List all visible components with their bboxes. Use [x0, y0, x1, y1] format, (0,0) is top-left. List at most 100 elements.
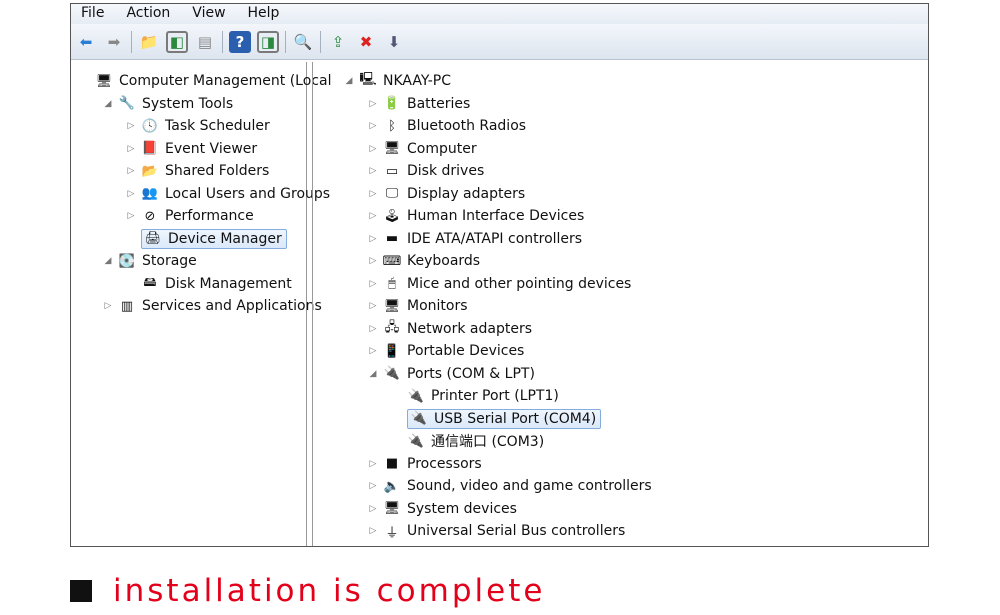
tree-item[interactable]: ▷ ⊘ Performance	[125, 205, 254, 227]
tree-item-label: 通信端口 (COM3)	[431, 434, 545, 450]
update-driver-icon[interactable]: ⇪	[327, 31, 349, 53]
services-icon: ▥	[120, 298, 134, 314]
users-icon: 👥	[141, 186, 159, 201]
tree-item-label: Mice and other pointing devices	[407, 275, 632, 292]
tree-item-label: Device Manager	[168, 230, 282, 247]
tree-item[interactable]: ◢ 💽 Storage	[102, 250, 197, 272]
computer-icon: 🖳	[359, 72, 377, 87]
help-icon[interactable]: ?	[229, 30, 251, 53]
forward-arrow-icon[interactable]: ➡	[103, 31, 125, 53]
expander-toggle[interactable]: ▷	[367, 279, 379, 289]
expander-toggle[interactable]: ▷	[367, 166, 379, 176]
tree-item[interactable]: 🖥 Computer Management (Local	[79, 70, 332, 92]
expander-toggle[interactable]: ◢	[343, 76, 355, 86]
tree-item-label: Keyboards	[407, 253, 481, 269]
separator	[131, 30, 132, 53]
system-device-icon: 🖥	[383, 501, 401, 516]
clock-icon: 🕓	[141, 118, 159, 134]
tree-item[interactable]: ▷ ᛒ Bluetooth Radios	[367, 115, 527, 137]
tree-item-label: Computer	[407, 140, 477, 157]
port-icon: 🔌	[410, 411, 428, 426]
mouse-icon: 🖱	[388, 276, 396, 291]
tree-item[interactable]: 🔌 Printer Port (LPT1)	[391, 385, 559, 407]
tree-item[interactable]: ▷ 🖧 Network adapters	[367, 318, 532, 340]
tree-item[interactable]: ▷ 🖵 Display adapters	[367, 183, 526, 205]
expander-toggle[interactable]: ▷	[125, 166, 137, 176]
tree-item[interactable]: ▷ 🕹 Human Interface Devices	[367, 205, 585, 227]
up-folder-icon[interactable]: 📁	[138, 31, 160, 53]
expander-toggle[interactable]: ▷	[102, 301, 114, 311]
expander-toggle[interactable]: ▷	[367, 234, 379, 244]
tree-item[interactable]: ▷ 👥 Local Users and Groups	[125, 183, 331, 205]
tree-item-label: Disk drives	[407, 163, 485, 179]
expander-toggle[interactable]: ▷	[125, 144, 137, 154]
tree-item[interactable]: ◢ 🔌 Ports (COM & LPT)	[367, 363, 535, 385]
tree-item-label: Task Scheduler	[165, 118, 270, 134]
expander-toggle[interactable]: ▷	[367, 301, 379, 311]
black-square-bullet	[70, 580, 92, 602]
tree-item[interactable]: ▷ ▥ Services and Applications	[102, 295, 322, 317]
tree-item[interactable]: ▷ 🕓 Task Scheduler	[125, 115, 270, 137]
storage-icon: 💽	[118, 253, 136, 269]
expander-toggle[interactable]: ▷	[125, 211, 137, 221]
separator	[320, 30, 321, 53]
show-hide-action-pane-icon[interactable]: ◨	[257, 30, 279, 53]
tree-item[interactable]: ▷ ■ Processors	[367, 453, 482, 475]
menu-view[interactable]: View	[192, 4, 225, 24]
scan-hardware-icon[interactable]: 🔍	[292, 31, 314, 53]
expander-toggle[interactable]: ▷	[367, 346, 379, 356]
expander-toggle[interactable]: ▷	[367, 256, 379, 266]
expander-toggle[interactable]: ▷	[367, 211, 379, 221]
expander-toggle[interactable]: ▷	[367, 504, 379, 514]
tree-item[interactable]: ▷ ▬ IDE ATA/ATAPI controllers	[367, 228, 583, 250]
bluetooth-icon: ᛒ	[388, 118, 396, 134]
menu-action[interactable]: Action	[126, 4, 170, 24]
properties-icon[interactable]: ▤	[194, 31, 216, 53]
tree-item[interactable]: 🔌 通信端口 (COM3)	[391, 430, 544, 452]
tree-item[interactable]: ▷ ⏚ Universal Serial Bus controllers	[367, 520, 626, 542]
uninstall-icon[interactable]: ✖	[355, 31, 377, 53]
expander-toggle[interactable]: ▷	[367, 189, 379, 199]
tree-item-label: System Tools	[142, 95, 234, 112]
disable-device-icon[interactable]: ⬇	[383, 31, 405, 53]
tree-item[interactable]: ▷ 📱 Portable Devices	[367, 340, 525, 362]
expander-toggle[interactable]: ▷	[367, 324, 379, 334]
tree-item[interactable]: ▷ 📂 Shared Folders	[125, 160, 270, 182]
expander-toggle[interactable]: ▷	[367, 144, 379, 154]
tree-item[interactable]: ▷ ⌨ Keyboards	[367, 250, 481, 272]
menu-help[interactable]: Help	[248, 4, 280, 24]
selected-item-highlight[interactable]: 🖨 Device Manager	[141, 228, 287, 249]
expander-toggle[interactable]: ◢	[102, 99, 114, 109]
selected-item-highlight[interactable]: 🔌 USB Serial Port (COM4)	[407, 408, 602, 429]
tree-item[interactable]: ▷ 🔈 Sound, video and game controllers	[367, 475, 652, 497]
back-arrow-icon[interactable]: ⬅	[75, 31, 97, 53]
tree-item[interactable]: ▷ 🖥 Computer	[367, 138, 477, 160]
tree-item[interactable]: ▷ 📕 Event Viewer	[125, 138, 258, 160]
tree-item[interactable]: 🖨 Device Manager	[125, 228, 287, 250]
tree-item[interactable]: ▷ 🖱 Mice and other pointing devices	[367, 273, 632, 295]
expander-toggle[interactable]: ▷	[367, 121, 379, 131]
expander-toggle[interactable]: ▷	[367, 481, 379, 491]
expander-toggle[interactable]: ▷	[367, 526, 379, 536]
separator	[222, 30, 223, 53]
device-tree-pane: ◢ 🖳 NKAAY-PC ▷ 🔋 Batteries ▷ ᛒ Bluetooth Radios ▷…	[312, 62, 928, 546]
tree-item-label: Portable Devices	[407, 343, 525, 359]
expander-toggle[interactable]: ▷	[367, 99, 379, 109]
menu-file[interactable]: File	[81, 4, 104, 24]
tools-icon: 🔧	[118, 96, 136, 111]
keyboard-icon: ⌨	[382, 253, 402, 269]
expander-toggle[interactable]: ◢	[102, 256, 114, 266]
show-hide-console-tree-icon[interactable]: ◧	[166, 30, 188, 53]
tree-item[interactable]: 🔌 USB Serial Port (COM4)	[391, 408, 602, 430]
tree-item[interactable]: ◢ 🖳 NKAAY-PC	[343, 70, 452, 92]
tree-item[interactable]: ▷ 🖥 Monitors	[367, 295, 468, 317]
expander-toggle[interactable]: ▷	[125, 189, 137, 199]
expander-toggle[interactable]: ▷	[367, 459, 379, 469]
tree-item[interactable]: ▷ 🔋 Batteries	[367, 93, 471, 115]
expander-toggle[interactable]: ◢	[367, 369, 379, 379]
expander-toggle[interactable]: ▷	[125, 121, 137, 131]
tree-item[interactable]: ▷ 🖥 System devices	[367, 498, 517, 520]
tree-item[interactable]: ◢ 🔧 System Tools	[102, 93, 234, 115]
tree-item[interactable]: ▷ ▭ Disk drives	[367, 160, 485, 182]
tree-item[interactable]: 🖴 Disk Management	[125, 273, 291, 295]
